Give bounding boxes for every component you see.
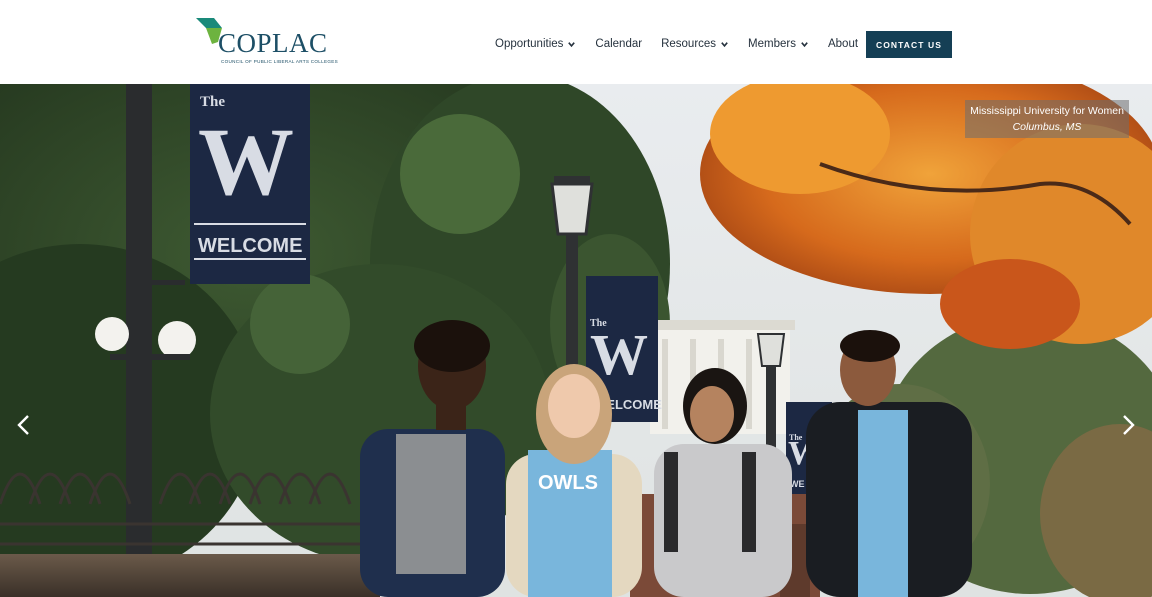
nav-item-label: About [827, 38, 859, 50]
chevron-down-icon [801, 41, 808, 47]
slide-caption: Mississippi University for Women Columbu… [965, 100, 1129, 138]
hero-slider: The W WELCOME The W WELCOME The W WE OWL… [0, 84, 1152, 597]
slider-prev-button[interactable] [15, 414, 33, 436]
nav-item-resources[interactable]: Resources [661, 38, 729, 50]
slider-next-button[interactable] [1119, 414, 1137, 436]
contact-us-button[interactable]: CONTACT US [866, 31, 952, 58]
nav-item-label: Opportunities [495, 38, 564, 50]
nav-item-opportunities[interactable]: Opportunities [495, 38, 576, 50]
coplac-logo[interactable]: COPLAC COUNCIL OF PUBLIC LIBERAL ARTS CO… [196, 18, 338, 68]
chevron-right-icon [1123, 415, 1135, 435]
logo-tagline: COUNCIL OF PUBLIC LIBERAL ARTS COLLEGES [221, 59, 338, 64]
nav-item-calendar[interactable]: Calendar [595, 38, 642, 50]
shirt-text: OWLS [538, 472, 598, 494]
nav-item-members[interactable]: Members [748, 38, 809, 50]
nav-item-label: Resources [661, 38, 717, 50]
nav-item-label: Members [748, 38, 796, 50]
chevron-down-icon [721, 41, 728, 47]
logo-wordmark: COPLAC [218, 28, 328, 58]
banner-large-letter: W [198, 108, 294, 215]
site-header: COPLAC COUNCIL OF PUBLIC LIBERAL ARTS CO… [0, 0, 1152, 84]
nav-item-label: Calendar [595, 38, 643, 50]
banner-large-word: WELCOME [198, 235, 302, 257]
chevron-left-icon [17, 415, 29, 435]
chevron-down-icon [568, 41, 576, 47]
hero-photo: The W WELCOME The W WELCOME The W WE OWL… [0, 84, 1152, 597]
caption-school: Mississippi University for Women [970, 105, 1124, 117]
main-nav: Opportunities Calendar Resources Members… [495, 38, 877, 50]
nav-item-about[interactable]: About [828, 38, 858, 50]
banner-small-word: WE [790, 479, 805, 489]
caption-location: Columbus, MS [1012, 121, 1082, 133]
